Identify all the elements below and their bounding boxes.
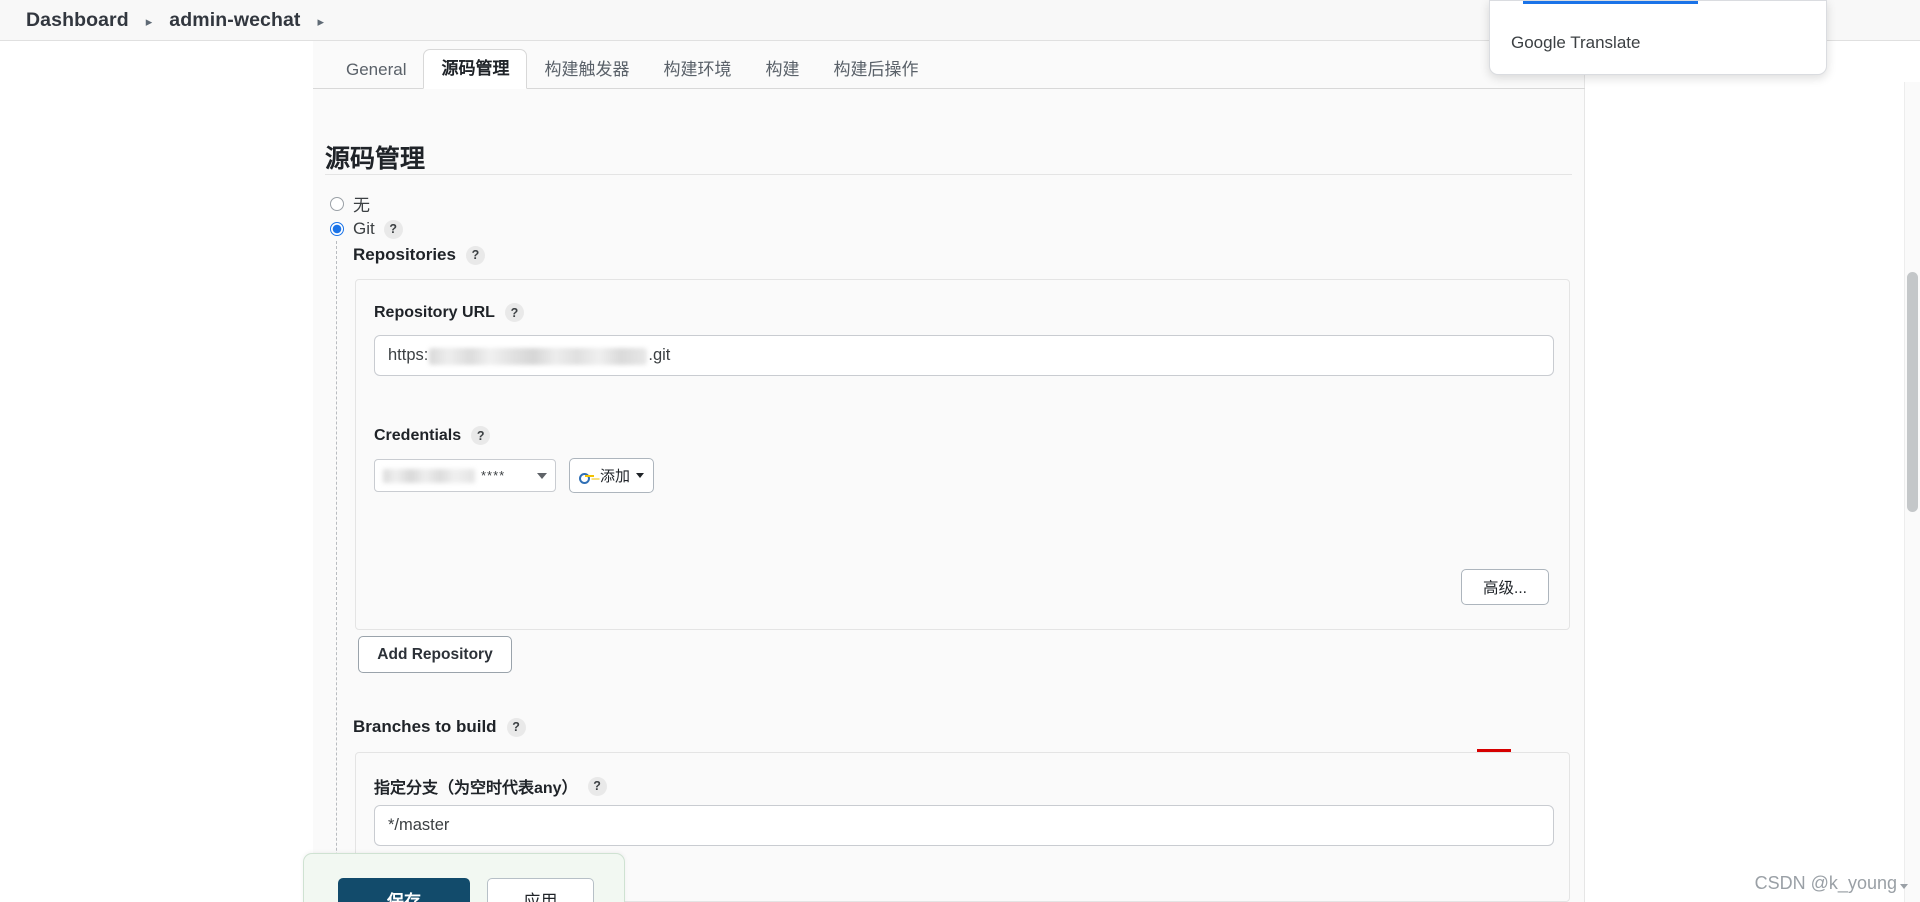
page-title: 源码管理 <box>325 145 426 173</box>
add-repository-button[interactable]: Add Repository <box>358 636 512 673</box>
help-icon-git[interactable]: ? <box>383 219 403 239</box>
chevron-down-icon <box>537 472 547 479</box>
google-translate-accent-bar <box>1523 1 1698 4</box>
help-icon-repository-url[interactable]: ? <box>504 303 524 322</box>
watermark-caret-icon <box>1900 884 1908 889</box>
branch-specifier-label: 指定分支（为空时代表any） <box>374 780 578 797</box>
repository-url-input[interactable]: https: .git <box>374 335 1554 376</box>
repository-card: Repository URL ? https: .git Credentials… <box>355 279 1570 630</box>
radio-option-git[interactable]: Git ? <box>330 219 403 239</box>
add-credentials-button[interactable]: 添加 <box>569 458 654 493</box>
repository-url-value-prefix: https: <box>388 346 429 364</box>
branch-specifier-input[interactable]: */master <box>374 805 1554 846</box>
tab-build[interactable]: 构建 <box>748 53 816 88</box>
branch-specifier-label-group: 指定分支（为空时代表any） ? <box>374 774 607 798</box>
credentials-label-group: Credentials ? <box>374 426 491 445</box>
caret-down-icon <box>636 473 644 478</box>
add-credentials-label: 添加 <box>599 468 630 485</box>
repository-url-label: Repository URL <box>374 303 495 321</box>
git-section-guide <box>336 241 337 902</box>
page-scrollbar-thumb[interactable] <box>1907 272 1918 512</box>
breadcrumb-separator-1: ▸ <box>145 13 153 29</box>
radio-git-indicator[interactable] <box>330 222 344 236</box>
credentials-select[interactable]: **** <box>374 459 556 492</box>
tab-post-build-actions[interactable]: 构建后操作 <box>816 53 935 88</box>
help-icon-branch-specifier[interactable]: ? <box>587 776 607 796</box>
branches-heading-label: Branches to build <box>353 717 497 736</box>
save-action-bar: 保存 应用 <box>303 853 625 902</box>
watermark-text: CSDN @k_young <box>1754 873 1897 893</box>
repository-url-redacted-region <box>429 348 648 365</box>
key-icon <box>578 470 595 484</box>
section-divider <box>325 174 1572 175</box>
help-icon-credentials[interactable]: ? <box>471 426 491 445</box>
page-scrollbar-track[interactable] <box>1904 82 1920 902</box>
radio-none-indicator[interactable] <box>330 196 344 211</box>
config-tab-bar: General 源码管理 构建触发器 构建环境 构建 构建后操作 <box>313 47 1585 89</box>
page-root: Dashboard ▸ admin-wechat ▸ General 源码管理 … <box>0 0 1920 902</box>
tab-build-environment[interactable]: 构建环境 <box>646 53 748 88</box>
credentials-label: Credentials <box>374 426 462 444</box>
help-icon-repositories[interactable]: ? <box>465 245 485 265</box>
credentials-redacted-region <box>383 468 475 483</box>
tab-general[interactable]: General <box>329 53 423 88</box>
radio-option-none[interactable]: 无 <box>330 191 370 216</box>
radio-git-label: Git <box>353 219 375 238</box>
breadcrumb-item-admin-wechat[interactable]: admin-wechat <box>169 9 300 32</box>
content-area: General 源码管理 构建触发器 构建环境 构建 构建后操作 源码管理 无 … <box>0 41 1920 902</box>
repository-url-label-group: Repository URL ? <box>374 303 524 322</box>
repositories-heading: Repositories ? <box>353 245 485 265</box>
watermark: CSDN @k_young <box>1755 873 1908 894</box>
tab-source-code-management[interactable]: 源码管理 <box>423 49 528 89</box>
credentials-selected-value: **** <box>481 468 506 483</box>
repository-url-value-suffix: .git <box>648 346 671 364</box>
help-icon-branches[interactable]: ? <box>506 717 526 737</box>
google-translate-popup[interactable]: Google Translate <box>1489 0 1827 75</box>
save-button[interactable]: 保存 <box>338 878 470 902</box>
google-translate-label[interactable]: Google Translate <box>1511 33 1640 53</box>
radio-none-label: 无 <box>353 196 370 215</box>
tab-build-triggers[interactable]: 构建触发器 <box>527 53 646 88</box>
advanced-button[interactable]: 高级... <box>1461 569 1549 605</box>
breadcrumb-item-dashboard[interactable]: Dashboard <box>26 9 129 32</box>
repositories-heading-label: Repositories <box>353 245 456 264</box>
breadcrumb-separator-2[interactable]: ▸ <box>318 15 325 28</box>
branches-heading: Branches to build ? <box>353 717 526 737</box>
apply-button[interactable]: 应用 <box>487 878 594 902</box>
